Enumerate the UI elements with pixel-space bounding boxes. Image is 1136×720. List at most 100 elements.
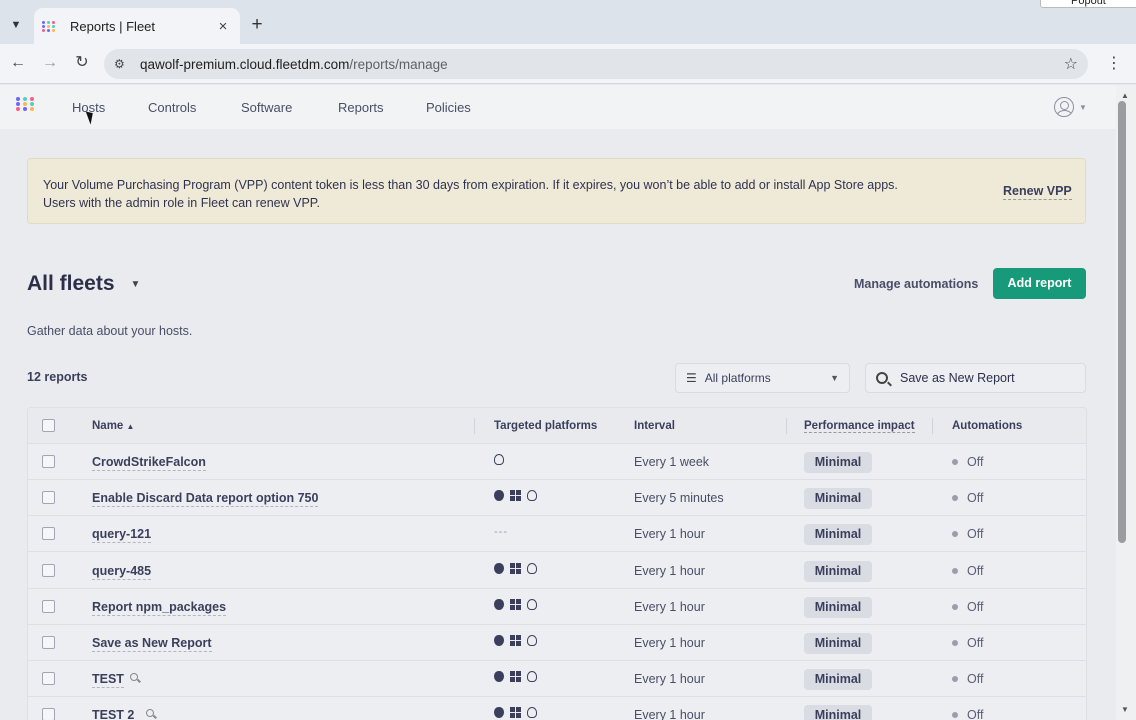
page-subtitle: Gather data about your hosts. <box>27 324 193 338</box>
kebab-icon[interactable]: ⋮ <box>1106 53 1122 73</box>
logo-dot <box>23 107 27 111</box>
plus-icon[interactable]: + <box>247 14 267 36</box>
address-bar[interactable]: ⚙ qawolf-premium.cloud.fleetdm.com/repor… <box>104 49 1088 79</box>
status-dot <box>952 712 958 719</box>
scroll-up-icon[interactable]: ▲ <box>1121 91 1129 100</box>
search-input[interactable] <box>900 371 1070 385</box>
nav-item-policies[interactable]: Policies <box>426 100 471 115</box>
performance-badge: Minimal <box>804 669 872 691</box>
interval-value: Every 1 week <box>634 455 710 469</box>
report-name-link[interactable]: query-485 <box>92 564 152 580</box>
select-all-checkbox[interactable] <box>42 419 55 432</box>
linux-icon <box>527 707 537 719</box>
filter-icon: ☰ <box>686 371 697 385</box>
renew-vpp-button[interactable]: Renew VPP <box>1003 184 1072 200</box>
site-settings-icon[interactable]: ⚙ <box>114 57 128 71</box>
row-checkbox[interactable] <box>42 563 55 577</box>
forward-arrow-icon[interactable]: → <box>40 53 60 73</box>
logo-dot <box>16 107 20 111</box>
scroll-down-icon[interactable]: ▼ <box>1121 705 1129 714</box>
url-text[interactable]: qawolf-premium.cloud.fleetdm.com/reports… <box>140 57 448 72</box>
targeted-platforms <box>494 707 537 719</box>
row-checkbox[interactable] <box>42 491 55 505</box>
automations-label: Off <box>967 708 984 720</box>
scroll-thumb[interactable] <box>1118 101 1126 543</box>
vpp-warning-banner: Your Volume Purchasing Program (VPP) con… <box>27 158 1086 224</box>
status-dot <box>952 603 958 610</box>
automations-label: Off <box>967 455 984 469</box>
table-row[interactable]: Enable Discard Data report option 750 Eve… <box>28 480 1086 517</box>
url-path: /reports/manage <box>349 56 448 72</box>
status-dot <box>952 567 958 574</box>
logo-dot <box>47 20 50 24</box>
linux-icon <box>527 562 537 574</box>
logo-dot <box>30 107 34 111</box>
column-header-automations[interactable]: Automations <box>952 420 1022 432</box>
interval-value: Every 1 hour <box>634 527 705 542</box>
report-name-link[interactable]: CrowdStrikeFalcon <box>92 455 206 471</box>
row-checkbox[interactable] <box>42 599 55 613</box>
search-field[interactable] <box>865 363 1086 393</box>
star-icon[interactable]: ☆ <box>1064 54 1078 74</box>
logo-dot <box>30 102 34 106</box>
tab-search-chevron-icon[interactable]: ▼ <box>6 15 26 35</box>
manage-automations-button[interactable]: Manage automations <box>854 277 978 291</box>
nav-item-reports[interactable]: Reports <box>338 100 384 115</box>
report-name-link[interactable]: TEST <box>92 672 124 689</box>
windows-icon <box>510 671 521 683</box>
linux-icon <box>494 454 504 465</box>
table-row[interactable]: Save as New Report Every 1 hour Minimal Off <box>28 625 1086 661</box>
status-dot <box>952 531 958 538</box>
logo-dot <box>42 24 45 28</box>
report-name-link[interactable]: Save as New Report <box>92 636 212 652</box>
table-row[interactable]: CrowdStrikeFalcon Every 1 week Minimal Off <box>28 444 1086 480</box>
apple-icon <box>494 562 504 574</box>
row-checkbox[interactable] <box>42 708 55 720</box>
page-scrollbar[interactable]: ▲ ▼ <box>1116 85 1136 720</box>
row-checkbox[interactable] <box>42 527 55 541</box>
report-name-link[interactable]: Enable Discard Data report option 750 <box>92 491 319 508</box>
user-menu[interactable]: ▼ <box>1054 97 1087 117</box>
chevron-down-icon: ▼ <box>830 373 839 383</box>
search-icon <box>876 372 888 384</box>
report-name-link[interactable]: Report npm_packages <box>92 600 227 616</box>
row-checkbox[interactable] <box>42 455 55 468</box>
nav-item-controls[interactable]: Controls <box>148 100 196 115</box>
column-header-name[interactable]: Name ▲ <box>92 420 134 432</box>
row-checkbox[interactable] <box>42 636 55 649</box>
no-platforms: --- <box>494 526 508 539</box>
column-header-performance[interactable]: Performance impact <box>804 420 915 433</box>
popout-button[interactable]: Popout <box>1040 0 1136 8</box>
table-row[interactable]: query-121 --- Every 1 hour Minimal Off <box>28 516 1086 553</box>
report-name-link[interactable]: TEST 2 <box>92 708 134 720</box>
table-row[interactable]: query-485 Every 1 hour Minimal Off <box>28 553 1086 589</box>
status-dot <box>952 459 958 465</box>
table-row[interactable]: TEST 2 Every 1 hour Minimal Off <box>28 697 1086 720</box>
targeted-platforms <box>494 598 537 610</box>
browser-tab[interactable]: Reports | Fleet × <box>34 8 240 44</box>
performance-badge: Minimal <box>804 596 872 618</box>
close-icon[interactable]: × <box>214 18 232 35</box>
table-row[interactable]: Report npm_packages Every 1 hour Minimal Of… <box>28 589 1086 625</box>
platform-filter-dropdown[interactable]: ☰ All platforms ▼ <box>675 363 850 393</box>
logo-dot <box>23 97 27 101</box>
status-dot <box>952 640 958 646</box>
main-content: Your Volume Purchasing Program (VPP) con… <box>0 129 1116 720</box>
reload-icon[interactable]: ↻ <box>72 53 92 73</box>
column-header-interval[interactable]: Interval <box>634 420 675 432</box>
report-name-link[interactable]: query-121 <box>92 527 152 544</box>
row-checkbox[interactable] <box>42 672 55 686</box>
linux-icon <box>527 490 537 502</box>
logo-dot <box>52 20 55 24</box>
add-report-button[interactable]: Add report <box>993 268 1086 299</box>
table-row[interactable]: TEST Every 1 hour Minimal Off <box>28 661 1086 698</box>
back-arrow-icon[interactable]: ← <box>8 53 28 73</box>
nav-item-software[interactable]: Software <box>241 100 292 115</box>
logo-dot <box>47 24 50 28</box>
logo-dot <box>30 97 34 101</box>
automations-label: Off <box>967 563 984 578</box>
fleet-logo-icon[interactable] <box>16 97 36 111</box>
column-header-platforms[interactable]: Targeted platforms <box>494 420 597 432</box>
automations-status: Off <box>952 527 983 541</box>
fleet-selector[interactable]: All fleets ▼ <box>27 272 140 296</box>
